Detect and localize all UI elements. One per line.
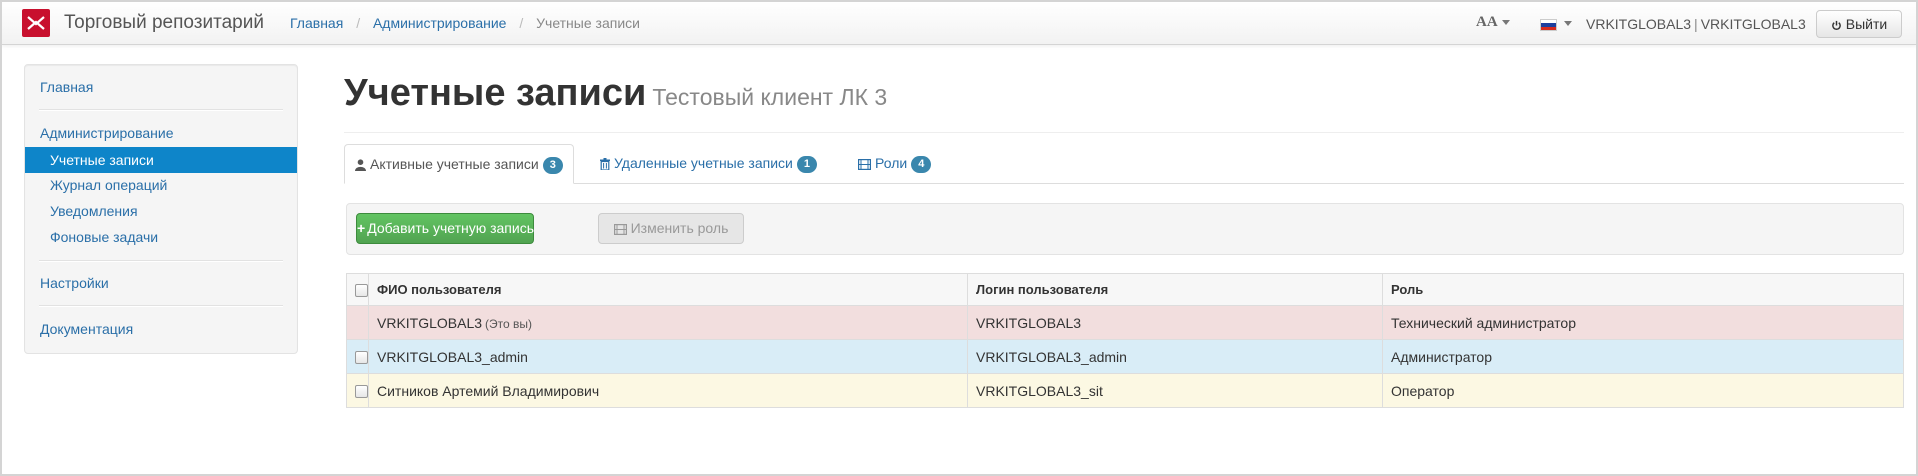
add-account-label: Добавить учетную запись (367, 220, 534, 236)
tab-deleted-accounts[interactable]: Удаленные учетные записи 1 (600, 144, 817, 182)
sidebar-item-notifications[interactable]: Уведомления (50, 203, 138, 219)
sidebar-item-home[interactable]: Главная (40, 79, 93, 95)
breadcrumb-current: Учетные записи (536, 15, 640, 31)
user-name-cell: VRKITGLOBAL3 (Это вы) (368, 305, 968, 340)
sidebar: Главная Администрирование Учетные записи… (24, 64, 298, 354)
user-role-cell: Администратор (1382, 339, 1904, 374)
row-checkbox-cell (346, 373, 369, 408)
table-row[interactable]: VRKITGLOBAL3_admin VRKITGLOBAL3_admin Ад… (346, 339, 1904, 374)
column-header-role[interactable]: Роль (1382, 273, 1904, 306)
row-checkbox[interactable] (355, 385, 368, 399)
tab-label: Удаленные учетные записи (614, 155, 793, 171)
logout-label: Выйти (1845, 16, 1888, 32)
row-checkbox[interactable] (355, 351, 368, 365)
tab-label: Роли (875, 155, 908, 171)
page-title-text: Учетные записи (344, 72, 647, 114)
trash-icon (600, 158, 610, 171)
header-divider (344, 132, 1904, 133)
app-window: Торговый репозитарий Главная / Администр… (0, 0, 1918, 476)
film-icon (613, 223, 627, 235)
user-separator: | (1694, 16, 1698, 32)
sidebar-item-admin[interactable]: Администрирование (40, 125, 174, 141)
chevron-down-icon (1501, 20, 1510, 26)
user-name-cell: Ситников Артемий Владимирович (368, 373, 968, 408)
font-size-icon: AA (1476, 14, 1498, 30)
user-login-cell: VRKITGLOBAL3 (967, 305, 1383, 340)
user-role-cell: Оператор (1382, 373, 1904, 408)
table-header-row: ФИО пользователя Логин пользователя Роль (346, 273, 1904, 306)
toolbar: + Добавить учетную запись Изменить роль (346, 203, 1904, 255)
user-name-cell: VRKITGLOBAL3_admin (368, 339, 968, 374)
sidebar-divider (39, 305, 283, 307)
sidebar-item-docs[interactable]: Документация (40, 321, 133, 337)
change-role-button[interactable]: Изменить роль (598, 213, 744, 244)
power-icon (1831, 20, 1841, 30)
breadcrumb-admin[interactable]: Администрирование (373, 15, 507, 31)
breadcrumb-separator: / (519, 15, 524, 31)
top-navbar: Торговый репозитарий Главная / Администр… (2, 2, 1916, 45)
sidebar-item-accounts[interactable]: Учетные записи (25, 147, 297, 173)
sidebar-divider (39, 260, 283, 262)
film-icon (858, 158, 871, 170)
count-badge: 1 (796, 156, 817, 173)
row-checkbox-cell (346, 339, 369, 374)
breadcrumb-separator: / (356, 15, 361, 31)
sidebar-item-operations-log[interactable]: Журнал операций (50, 177, 167, 193)
select-all-cell (346, 273, 369, 306)
column-header-login[interactable]: Логин пользователя (967, 273, 1383, 306)
table-row[interactable]: VRKITGLOBAL3 (Это вы) VRKITGLOBAL3 Технич… (346, 305, 1904, 340)
tab-roles[interactable]: Роли 4 (858, 144, 932, 182)
logout-button[interactable]: Выйти (1816, 10, 1902, 38)
chevron-down-icon[interactable] (1564, 21, 1572, 26)
user-org: VRKITGLOBAL3 (1700, 16, 1806, 32)
current-user-note: (Это вы) (485, 316, 533, 331)
page-subtitle: Тестовый клиент ЛК 3 (652, 84, 888, 110)
tab-label: Активные учетные записи (370, 156, 539, 172)
user-login-cell: VRKITGLOBAL3_admin (967, 339, 1383, 374)
count-badge: 4 (911, 156, 932, 173)
change-role-label: Изменить роль (630, 220, 729, 236)
tabs: Активные учетные записи 3 Удаленные учетн… (344, 144, 1904, 184)
sidebar-item-settings[interactable]: Настройки (40, 275, 109, 291)
russian-flag-icon[interactable] (1540, 19, 1557, 31)
user-login: VRKITGLOBAL3 (1586, 16, 1692, 32)
sidebar-item-label: Учетные записи (50, 152, 154, 168)
sidebar-divider (39, 109, 283, 111)
column-header-name[interactable]: ФИО пользователя (368, 273, 968, 306)
font-size-dropdown[interactable]: AA (1476, 14, 1510, 31)
tab-active-accounts[interactable]: Активные учетные записи 3 (344, 144, 574, 184)
count-badge: 3 (542, 157, 563, 174)
user-login-cell: VRKITGLOBAL3_sit (967, 373, 1383, 408)
select-all-checkbox[interactable] (355, 284, 368, 298)
user-name: VRKITGLOBAL3 (377, 314, 483, 331)
row-checkbox-cell (346, 305, 369, 340)
user-icon (355, 159, 366, 172)
table-row[interactable]: Ситников Артемий Владимирович VRKITGLOBA… (346, 373, 1904, 408)
page-title: Учетные записи Тестовый клиент ЛК 3 (344, 72, 887, 115)
accounts-table: ФИО пользователя Логин пользователя Роль… (346, 273, 1904, 408)
moex-logo-icon[interactable] (22, 9, 50, 37)
breadcrumb: Главная / Администрирование / Учетные за… (290, 15, 640, 31)
user-role-cell: Технический администратор (1382, 305, 1904, 340)
plus-icon: + (357, 220, 366, 236)
breadcrumb-home[interactable]: Главная (290, 15, 343, 31)
app-title[interactable]: Торговый репозитарий (64, 12, 264, 34)
sidebar-item-background-tasks[interactable]: Фоновые задачи (50, 229, 158, 245)
add-account-button[interactable]: + Добавить учетную запись (356, 213, 534, 244)
user-info: VRKITGLOBAL3 | VRKITGLOBAL3 (1586, 16, 1806, 32)
